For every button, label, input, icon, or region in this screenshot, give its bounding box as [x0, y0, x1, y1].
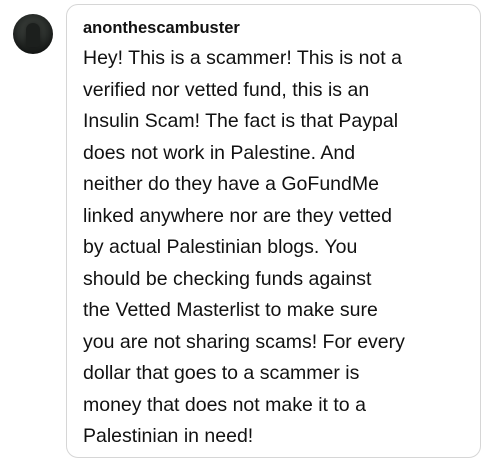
message-line: linked anywhere nor are they vetted: [83, 204, 392, 227]
message-line: dollar that goes to a scammer is: [83, 362, 360, 384]
avatar[interactable]: [13, 14, 53, 54]
message-line: should be checking funds against: [83, 267, 372, 290]
message-line: verified nor vetted fund, this is an: [83, 78, 370, 101]
message-line: Palestinian in need!: [83, 425, 254, 447]
message-line: Hey! This is a scammer! This is not a: [83, 47, 402, 69]
message-line: money that does not make it to a: [83, 393, 366, 416]
reply-bubble: anonthescambuster Hey! This is a scammer…: [66, 4, 481, 458]
message-line: the Vetted Masterlist to make sure: [83, 299, 378, 321]
message-line: by actual Palestinian blogs. You: [83, 236, 358, 258]
message-line: you are not sharing scams! For every: [83, 330, 405, 353]
message-line: neither do they have a GoFundMe: [83, 173, 379, 195]
username-link[interactable]: anonthescambuster: [83, 18, 470, 38]
avatar-figure: [26, 23, 40, 47]
message-line: does not work in Palestine. And: [83, 141, 356, 164]
reply-message: Hey! This is a scammer! This is not a ve…: [83, 43, 475, 453]
message-line: Insulin Scam! The fact is that Paypal: [83, 110, 399, 132]
reply-thread: anonthescambuster Hey! This is a scammer…: [0, 0, 500, 468]
